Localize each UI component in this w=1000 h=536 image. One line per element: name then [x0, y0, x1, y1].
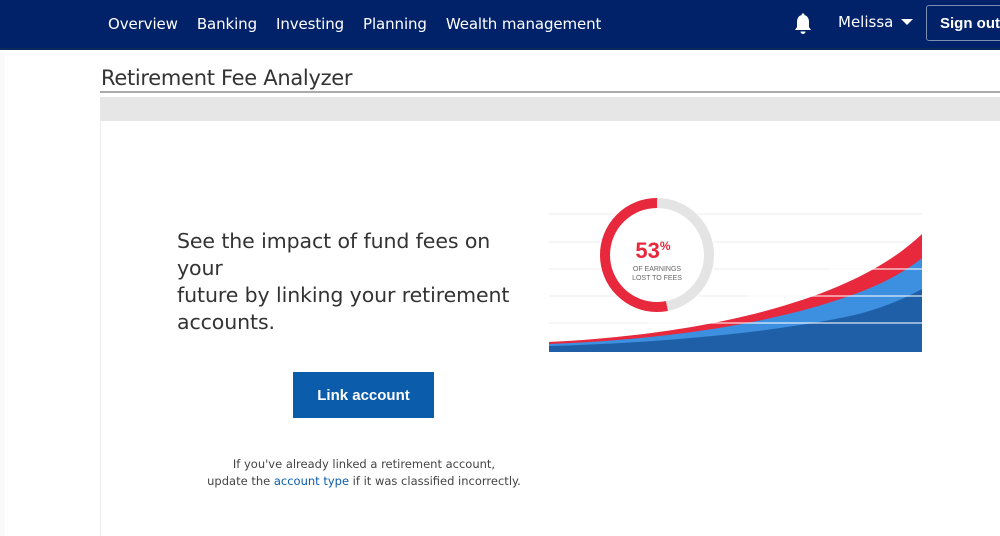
link-account-button[interactable]: Link account	[293, 372, 434, 418]
user-name: Melissa	[838, 13, 894, 31]
left-gutter	[0, 52, 5, 536]
page-title: Retirement Fee Analyzer	[101, 66, 353, 90]
top-navigation-bar: Overview Banking Investing Planning Weal…	[0, 0, 1000, 50]
main-nav: Overview Banking Investing Planning Weal…	[100, 0, 620, 48]
help-suffix: if it was classified incorrectly.	[349, 474, 521, 488]
section-header-band	[100, 97, 1000, 121]
headline-line: accounts.	[177, 310, 275, 334]
nav-wealth-management[interactable]: Wealth management	[446, 15, 602, 33]
donut-value: 53	[635, 238, 659, 263]
headline-line: See the impact of fund fees on	[177, 229, 491, 253]
donut-caption-line2: LOST TO FEES	[632, 275, 682, 282]
caret-down-icon	[901, 19, 914, 25]
nav-banking[interactable]: Banking	[197, 15, 257, 33]
fee-impact-illustration: 53% OF EARNINGS LOST TO FEES	[549, 196, 922, 352]
account-type-link[interactable]: account type	[274, 474, 349, 488]
card-border	[100, 121, 101, 536]
headline-line: future by linking your retirement	[177, 283, 510, 307]
headline-line: your	[177, 256, 223, 280]
sign-out-button[interactable]: Sign out	[926, 5, 1000, 41]
nav-planning[interactable]: Planning	[363, 15, 427, 33]
promo-headline: See the impact of fund fees on your futu…	[177, 228, 537, 336]
help-text: If you've already linked a retirement ac…	[170, 456, 558, 490]
title-divider	[100, 91, 1000, 93]
nav-overview[interactable]: Overview	[108, 15, 178, 33]
help-line-2: update the account type if it was classi…	[170, 473, 558, 490]
donut-unit: %	[660, 239, 671, 253]
donut-caption-line1: OF EARNINGS	[633, 266, 682, 273]
user-menu[interactable]: Melissa	[838, 13, 914, 31]
help-line-1: If you've already linked a retirement ac…	[232, 457, 496, 471]
bell-icon[interactable]	[793, 13, 813, 35]
illustration-svg: 53% OF EARNINGS LOST TO FEES	[549, 197, 922, 352]
help-prefix: update the	[207, 474, 274, 488]
nav-investing[interactable]: Investing	[276, 15, 344, 33]
